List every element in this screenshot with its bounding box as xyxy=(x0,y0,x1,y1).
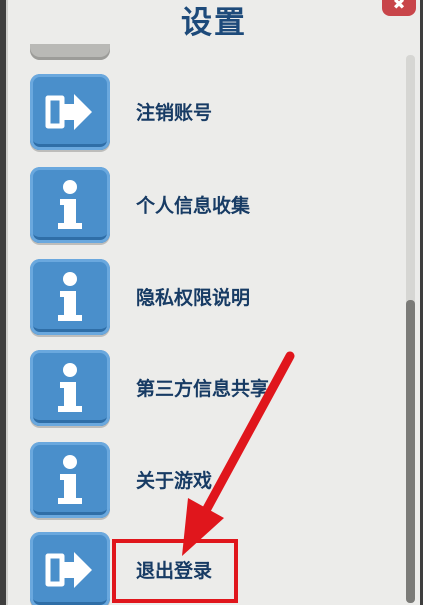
settings-item-third-party-sharing[interactable]: 第三方信息共享 xyxy=(8,350,408,434)
info-icon[interactable] xyxy=(30,259,110,335)
info-icon[interactable] xyxy=(30,442,110,518)
settings-item-delete-account[interactable]: 注销账号 xyxy=(8,74,408,158)
settings-item-label: 隐私权限说明 xyxy=(136,287,251,309)
partial-list-item xyxy=(30,44,110,60)
settings-item-personal-info[interactable]: 个人信息收集 xyxy=(8,167,408,251)
settings-list: 注销账号 个人信息收集 隐私权限说明 第三方信息共享 关于游戏 退出登录 xyxy=(8,0,408,605)
settings-item-label: 关于游戏 xyxy=(136,470,213,492)
info-icon[interactable] xyxy=(30,350,110,426)
settings-item-label: 注销账号 xyxy=(136,102,213,124)
logout-arrow-icon[interactable] xyxy=(30,74,110,150)
settings-item-privacy-permissions[interactable]: 隐私权限说明 xyxy=(8,259,408,343)
settings-item-label: 个人信息收集 xyxy=(136,195,251,217)
scrollbar-thumb[interactable] xyxy=(406,300,415,603)
settings-panel: 注销账号 个人信息收集 隐私权限说明 第三方信息共享 关于游戏 退出登录 设置 xyxy=(6,0,420,605)
logout-arrow-icon[interactable] xyxy=(30,532,110,605)
settings-item-label: 第三方信息共享 xyxy=(136,378,270,400)
info-icon[interactable] xyxy=(30,167,110,243)
settings-item-about-game[interactable]: 关于游戏 xyxy=(8,442,408,526)
close-button[interactable]: ✖ xyxy=(382,0,416,16)
page-title: 设置 xyxy=(181,5,247,41)
scrollbar[interactable] xyxy=(406,55,415,603)
highlight-box xyxy=(112,539,238,603)
